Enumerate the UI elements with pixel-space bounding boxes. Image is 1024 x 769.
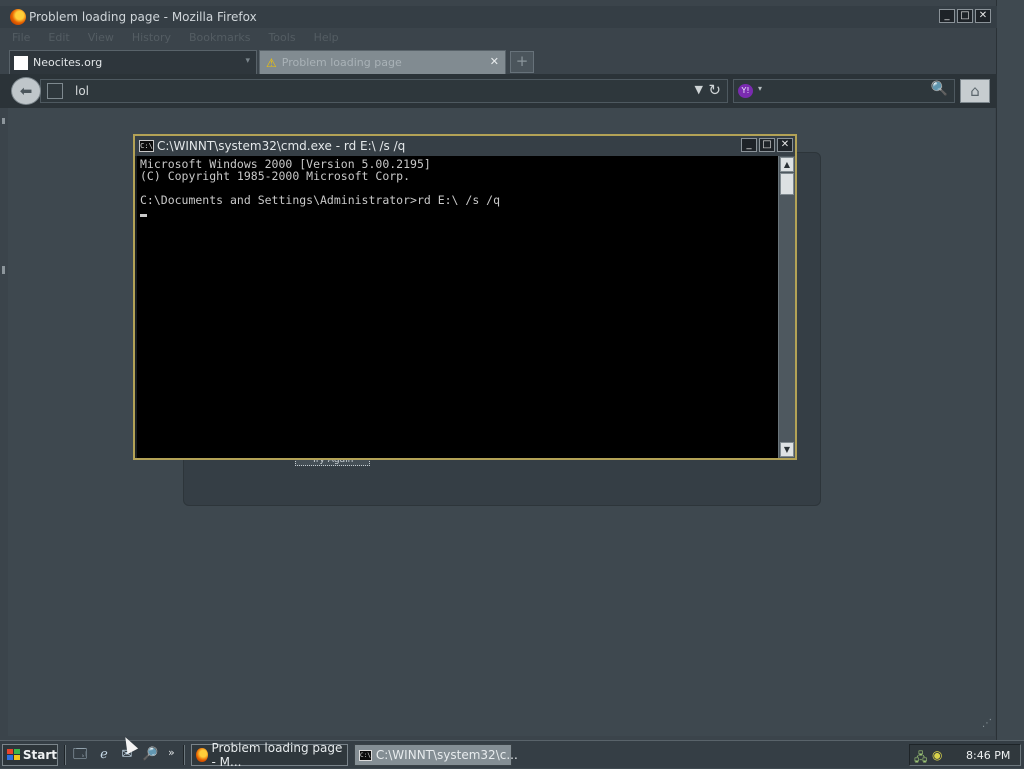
taskbar: Start 🗔 ℯ ✉ 🔎 » Problem loading page - M… bbox=[0, 740, 1024, 769]
quick-launch-more-icon[interactable]: » bbox=[168, 746, 175, 759]
taskbar-separator bbox=[64, 745, 66, 765]
text-cursor bbox=[140, 214, 147, 217]
back-button[interactable]: ⬅ bbox=[11, 77, 41, 105]
tab-label: Problem loading page bbox=[281, 56, 402, 69]
search-input[interactable] bbox=[774, 83, 924, 99]
internet-explorer-icon[interactable]: ℯ bbox=[96, 747, 112, 763]
reload-icon[interactable]: ↻ bbox=[708, 81, 721, 99]
network-icon[interactable]: 🖧 bbox=[914, 748, 927, 769]
search-engine-icon[interactable]: Y! bbox=[738, 84, 753, 98]
cmd-title: C:\WINNT\system32\cmd.exe - rd E:\ /s /q bbox=[157, 139, 406, 153]
menu-history[interactable]: History bbox=[132, 31, 171, 44]
start-button[interactable]: Start bbox=[2, 744, 58, 766]
clock[interactable]: 8:46 PM bbox=[966, 749, 1010, 762]
firefox-titlebar[interactable]: Problem loading page - Mozilla Firefox _… bbox=[0, 6, 997, 28]
console-output[interactable]: Microsoft Windows 2000 [Version 5.00.219… bbox=[137, 156, 778, 458]
console-line: (C) Copyright 1985-2000 Microsoft Corp. bbox=[140, 169, 411, 183]
system-tray: 🖧 ◉ 8:46 PM bbox=[909, 744, 1021, 766]
firefox-icon bbox=[10, 9, 26, 25]
show-desktop-icon[interactable]: 🗔 bbox=[72, 747, 88, 763]
console-cursor-line bbox=[140, 206, 775, 218]
scroll-down-icon[interactable]: ▼ bbox=[780, 442, 794, 457]
new-tab-button[interactable]: + bbox=[510, 51, 534, 73]
site-identity-icon[interactable] bbox=[47, 83, 63, 99]
menu-tools[interactable]: Tools bbox=[268, 31, 295, 44]
cmd-window-controls: _ □ ✕ bbox=[741, 138, 793, 152]
menu-help[interactable]: Help bbox=[314, 31, 339, 44]
minimize-button[interactable]: _ bbox=[939, 9, 955, 23]
back-arrow-icon: ⬅ bbox=[19, 82, 33, 100]
navigation-toolbar: lol ▼ ↻ ⬅ Y! ▾ 🔍 ⌂ bbox=[0, 74, 997, 108]
window-title: Problem loading page - Mozilla Firefox bbox=[29, 10, 257, 24]
close-button[interactable]: ✕ bbox=[975, 9, 991, 23]
magnifier-icon[interactable]: 🔍 bbox=[931, 81, 948, 97]
firefox-icon bbox=[196, 748, 208, 762]
cmd-icon: C:\ bbox=[139, 140, 154, 152]
cmd-minimize-button[interactable]: _ bbox=[741, 138, 757, 152]
window-controls: _ □ ✕ bbox=[939, 9, 991, 23]
task-label: C:\WINNT\system32\c... bbox=[375, 748, 518, 762]
cmd-maximize-button[interactable]: □ bbox=[759, 138, 775, 152]
maximize-button[interactable]: □ bbox=[957, 9, 973, 23]
search-bar[interactable]: Y! ▾ 🔍 bbox=[733, 79, 955, 103]
volume-icon[interactable]: ◉ bbox=[932, 748, 942, 762]
url-bar[interactable]: lol ▼ ↻ bbox=[40, 79, 728, 103]
chevron-down-icon[interactable]: ▾ bbox=[758, 84, 762, 93]
scroll-up-icon[interactable]: ▲ bbox=[780, 157, 794, 172]
taskbar-cmd-button[interactable]: C:\ C:\WINNT\system32\c... bbox=[354, 744, 518, 766]
close-icon[interactable]: ✕ bbox=[490, 55, 499, 68]
edge-mark bbox=[2, 266, 5, 274]
task-label: Problem loading page - M... bbox=[211, 741, 343, 769]
tab-label: Neocites.org bbox=[33, 56, 103, 69]
url-history-dropdown-icon[interactable]: ▼ bbox=[695, 83, 703, 96]
console-line: C:\Documents and Settings\Administrator>… bbox=[140, 193, 501, 207]
tab-problem-loading[interactable]: ⚠ Problem loading page ✕ bbox=[259, 50, 506, 74]
resize-grip-icon[interactable]: ⋰ bbox=[982, 718, 992, 729]
tab-neocities[interactable]: Neocites.org ▾ bbox=[9, 50, 257, 74]
warning-icon: ⚠ bbox=[266, 55, 277, 70]
tab-bar: Neocites.org ▾ ⚠ Problem loading page ✕ … bbox=[0, 48, 997, 74]
scroll-thumb[interactable] bbox=[780, 173, 794, 195]
tab-scroll-icon[interactable]: ▾ bbox=[245, 56, 250, 66]
home-button[interactable]: ⌂ bbox=[960, 79, 990, 103]
cmd-close-button[interactable]: ✕ bbox=[777, 138, 793, 152]
cmd-titlebar[interactable]: C:\ C:\WINNT\system32\cmd.exe - rd E:\ /… bbox=[135, 136, 795, 156]
start-label: Start bbox=[22, 748, 57, 762]
taskbar-separator bbox=[183, 745, 185, 765]
menu-file[interactable]: File bbox=[12, 31, 30, 44]
home-icon: ⌂ bbox=[970, 82, 980, 100]
console-scrollbar[interactable]: ▲ ▼ bbox=[778, 156, 795, 458]
url-text[interactable]: lol bbox=[75, 84, 89, 98]
edge-mark bbox=[2, 118, 5, 124]
plus-icon: + bbox=[515, 52, 529, 70]
windows-flag-icon bbox=[7, 749, 20, 761]
desktop-background bbox=[997, 0, 1024, 740]
menu-view[interactable]: View bbox=[88, 31, 114, 44]
cmd-icon: C:\ bbox=[359, 749, 372, 761]
cmd-window: C:\ C:\WINNT\system32\cmd.exe - rd E:\ /… bbox=[133, 134, 797, 460]
menu-bar: File Edit View History Bookmarks Tools H… bbox=[0, 28, 997, 46]
page-favicon-icon bbox=[14, 55, 28, 70]
taskbar-firefox-button[interactable]: Problem loading page - M... bbox=[191, 741, 348, 769]
search-icon[interactable]: 🔎 bbox=[142, 747, 158, 763]
menu-bookmarks[interactable]: Bookmarks bbox=[189, 31, 250, 44]
menu-edit[interactable]: Edit bbox=[48, 31, 69, 44]
